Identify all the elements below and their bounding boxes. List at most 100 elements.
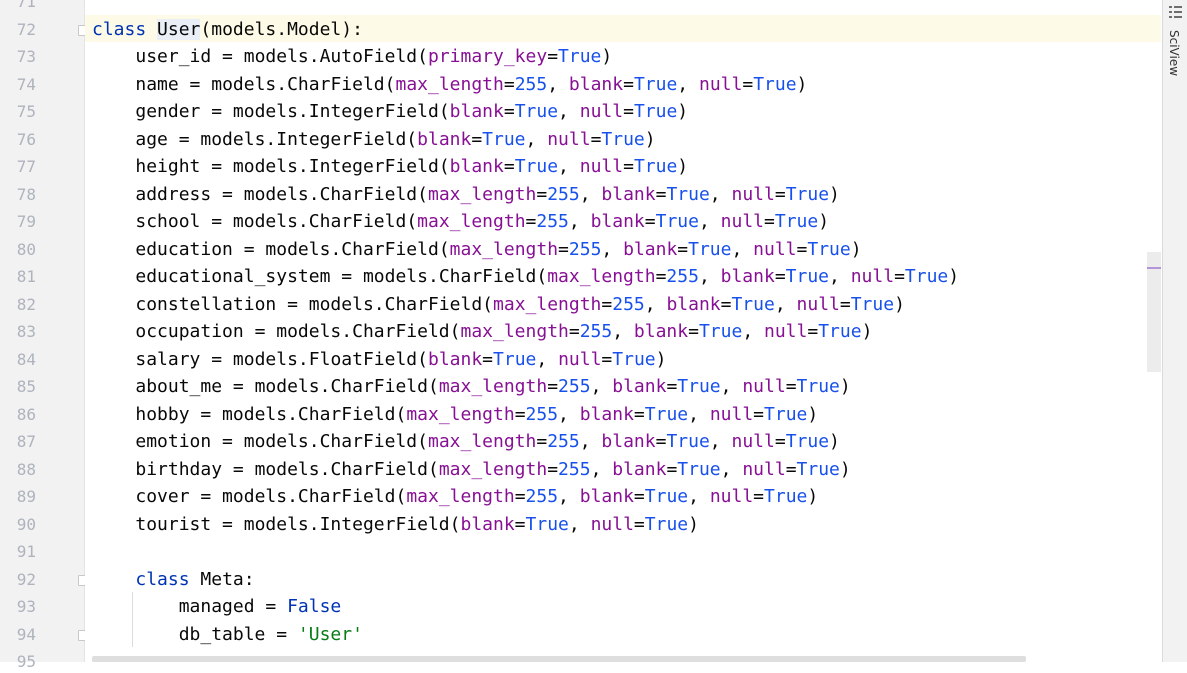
code-line[interactable]: emotion = models.CharField(max_length=25… xyxy=(85,427,1161,455)
code-text: salary = models.FloatField(blank=True, n… xyxy=(135,348,667,370)
field-arg-name: null xyxy=(698,73,743,95)
field-type: CharField xyxy=(319,431,418,452)
field-arg-value: 255 xyxy=(536,211,569,232)
code-editor[interactable]: class User(models.Model): user_id = mode… xyxy=(85,0,1161,662)
code-line[interactable]: name = models.CharField(max_length=255, … xyxy=(85,70,1161,98)
field-name: tourist xyxy=(135,513,212,535)
code-text: emotion = models.CharField(max_length=25… xyxy=(135,431,840,452)
field-arg-name: max_length xyxy=(493,293,602,315)
code-line[interactable]: db_table = 'User' xyxy=(85,620,1161,648)
keyword-class: class xyxy=(92,18,147,40)
field-arg-value: 255 xyxy=(558,458,591,480)
field-arg-value: True xyxy=(904,266,949,287)
code-line[interactable]: occupation = models.CharField(max_length… xyxy=(85,317,1161,345)
field-arg-value: True xyxy=(807,238,851,260)
field-arg-name: blank xyxy=(449,156,504,177)
field-type: CharField xyxy=(330,376,428,397)
line-number: 95 xyxy=(16,652,36,671)
field-arg-name: null xyxy=(753,238,797,260)
code-text: age = models.IntegerField(blank=True, nu… xyxy=(135,128,656,150)
field-arg-value: True xyxy=(633,73,678,95)
code-text: hobby = models.CharField(max_length=255,… xyxy=(135,403,819,425)
field-arg-name: blank xyxy=(449,101,504,122)
line-number: 78 xyxy=(16,184,36,204)
field-arg-value: True xyxy=(655,211,699,232)
field-arg-name: max_length xyxy=(438,376,548,397)
code-line[interactable] xyxy=(85,0,1161,15)
field-arg-value: True xyxy=(677,376,721,397)
field-arg-value: True xyxy=(796,376,840,397)
field-name: address xyxy=(135,183,212,205)
field-arg-name: null xyxy=(590,513,634,535)
field-arg-name: blank xyxy=(460,513,515,535)
field-arg-name: blank xyxy=(601,431,656,452)
line-number: 71 xyxy=(16,0,36,11)
field-type: IntegerField xyxy=(276,128,407,150)
field-arg-name: max_length xyxy=(460,321,569,342)
code-line[interactable]: birthday = models.CharField(max_length=2… xyxy=(85,455,1161,483)
field-arg-value: True xyxy=(731,293,775,315)
field-arg-name: null xyxy=(709,403,754,425)
code-line[interactable]: salary = models.FloatField(blank=True, n… xyxy=(85,345,1161,373)
field-arg-name: blank xyxy=(623,238,678,260)
line-number: 79 xyxy=(16,212,36,231)
field-arg-name: blank xyxy=(427,348,483,370)
field-name: hobby xyxy=(135,403,190,425)
code-line[interactable]: educational_system = models.CharField(ma… xyxy=(85,262,1161,290)
field-type: IntegerField xyxy=(319,513,450,535)
code-line[interactable]: age = models.IntegerField(blank=True, nu… xyxy=(85,125,1161,153)
horizontal-scrollbar[interactable] xyxy=(92,656,1026,662)
vertical-scrollbar[interactable] xyxy=(1147,252,1161,372)
code-line[interactable]: tourist = models.IntegerField(blank=True… xyxy=(85,510,1161,538)
field-arg-value: 255 xyxy=(568,238,602,260)
field-type: IntegerField xyxy=(308,101,439,122)
line-number: 82 xyxy=(16,294,36,314)
code-line[interactable]: gender = models.IntegerField(blank=True,… xyxy=(85,97,1161,125)
field-type: CharField xyxy=(352,321,450,342)
meta-managed: managed xyxy=(178,596,255,617)
code-text: about_me = models.CharField(max_length=2… xyxy=(135,376,851,397)
code-text: school = models.CharField(max_length=255… xyxy=(135,211,830,232)
code-line[interactable] xyxy=(85,537,1161,565)
code-line[interactable]: about_me = models.CharField(max_length=2… xyxy=(85,372,1161,400)
field-arg-name: primary_key xyxy=(427,46,548,67)
code-line[interactable]: class Meta: xyxy=(85,565,1161,593)
field-arg-name: blank xyxy=(612,376,667,397)
field-arg-value: True xyxy=(514,101,559,122)
code-line[interactable]: height = models.IntegerField(blank=True,… xyxy=(85,152,1161,180)
code-line[interactable]: managed = False xyxy=(85,592,1161,620)
line-number: 93 xyxy=(16,597,36,616)
code-line[interactable]: school = models.CharField(max_length=255… xyxy=(85,207,1161,235)
code-line[interactable]: education = models.CharField(max_length=… xyxy=(85,235,1161,263)
field-name: salary xyxy=(135,348,201,370)
field-name: school xyxy=(135,211,201,232)
code-line[interactable]: hobby = models.CharField(max_length=255,… xyxy=(85,400,1161,428)
field-arg-value: True xyxy=(818,321,862,342)
code-line[interactable]: cover = models.CharField(max_length=255,… xyxy=(85,482,1161,510)
field-arg-value: True xyxy=(666,183,710,205)
field-arg-value: True xyxy=(764,486,808,507)
field-arg-value: True xyxy=(633,156,678,177)
code-line[interactable]: user_id = models.AutoField(primary_key=T… xyxy=(85,42,1161,70)
field-name: gender xyxy=(135,101,201,122)
line-number-gutter[interactable]: 71 72 73 74 75 76 77 78 79 80 81 82 83 84 85 86 87 88 89 90… xyxy=(0,0,89,671)
line-number: 87 xyxy=(16,432,36,451)
field-type: CharField xyxy=(330,458,428,480)
field-type: CharField xyxy=(297,403,396,425)
sciview-tab[interactable]: SciView xyxy=(1167,30,1181,76)
line-number: 81 xyxy=(16,267,36,286)
sciview-grid-icon[interactable] xyxy=(1169,6,1182,18)
code-line[interactable]: constellation = models.CharField(max_len… xyxy=(85,290,1161,318)
field-type: CharField xyxy=(319,183,418,205)
code-text: gender = models.IntegerField(blank=True,… xyxy=(135,101,689,122)
field-arg-name: null xyxy=(850,266,895,287)
field-arg-value: 255 xyxy=(525,486,559,507)
field-name: constellation xyxy=(135,293,277,315)
code-line[interactable]: address = models.CharField(max_length=25… xyxy=(85,180,1161,208)
field-arg-value: True xyxy=(633,101,678,122)
field-arg-name: null xyxy=(796,293,840,315)
field-arg-value: True xyxy=(493,348,537,370)
field-arg-name: max_length xyxy=(406,486,515,507)
current-code-line[interactable]: class User(models.Model): xyxy=(85,14,1161,42)
field-arg-name: null xyxy=(709,486,754,507)
